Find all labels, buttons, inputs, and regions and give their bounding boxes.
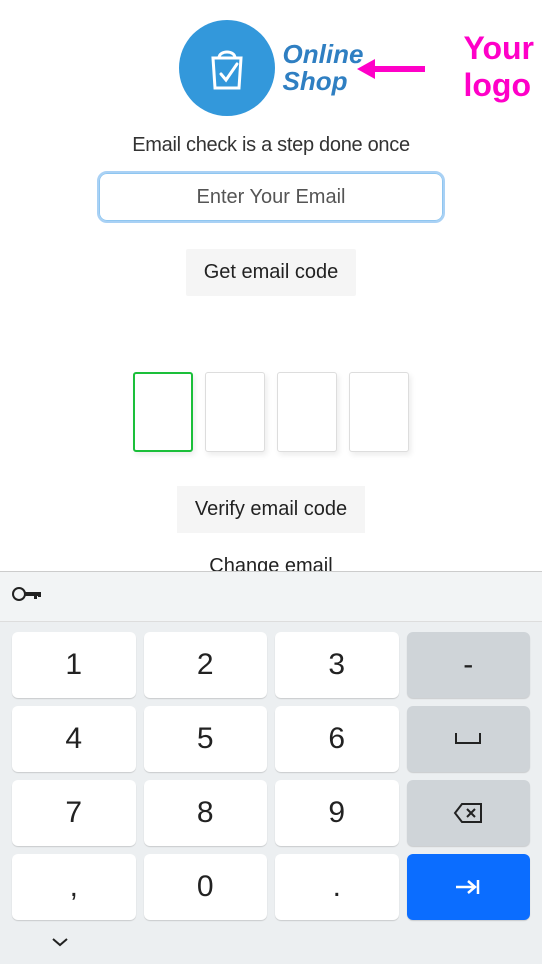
keypad-comma[interactable]: ,	[12, 854, 136, 920]
keypad-enter[interactable]	[407, 854, 531, 920]
keypad-period[interactable]: .	[275, 854, 399, 920]
keypad-backspace[interactable]	[407, 780, 531, 846]
keypad-dash[interactable]: -	[407, 632, 531, 698]
keypad-7[interactable]: 7	[12, 780, 136, 846]
keypad-3[interactable]: 3	[275, 632, 399, 698]
keypad-0[interactable]: 0	[144, 854, 268, 920]
chevron-down-icon[interactable]	[50, 935, 70, 953]
keypad-4[interactable]: 4	[12, 706, 136, 772]
app-logo: Online Shop	[179, 20, 364, 116]
keypad-8[interactable]: 8	[144, 780, 268, 846]
keypad-2[interactable]: 2	[144, 632, 268, 698]
logo-text-line1: Online	[283, 41, 364, 68]
code-digit-4[interactable]	[349, 372, 409, 452]
key-icon[interactable]	[12, 584, 42, 609]
subtitle-text: Email check is a step done once	[132, 134, 410, 157]
numeric-keyboard: 1 2 3 - 4 5 6 7 8 9 , 0 .	[0, 571, 542, 964]
keypad-1[interactable]: 1	[12, 632, 136, 698]
keypad-9[interactable]: 9	[275, 780, 399, 846]
keypad-5[interactable]: 5	[144, 706, 268, 772]
logo-text-line2: Shop	[283, 68, 364, 95]
code-digit-2[interactable]	[205, 372, 265, 452]
verification-code-row	[133, 372, 409, 452]
code-digit-3[interactable]	[277, 372, 337, 452]
keyboard-toolbar	[0, 572, 542, 622]
annotation-your-logo: Your logo	[463, 30, 534, 104]
logo-text: Online Shop	[283, 41, 364, 96]
logo-bag-icon	[179, 20, 275, 116]
get-code-button[interactable]: Get email code	[186, 249, 357, 296]
email-input[interactable]	[99, 173, 443, 221]
annotation-arrow-icon	[357, 55, 427, 88]
verify-code-button[interactable]: Verify email code	[177, 486, 365, 533]
annotation-line2: logo	[463, 67, 531, 104]
keypad-space[interactable]	[407, 706, 531, 772]
annotation-line1: Your	[463, 30, 534, 67]
code-digit-1[interactable]	[133, 372, 193, 452]
keypad-6[interactable]: 6	[275, 706, 399, 772]
